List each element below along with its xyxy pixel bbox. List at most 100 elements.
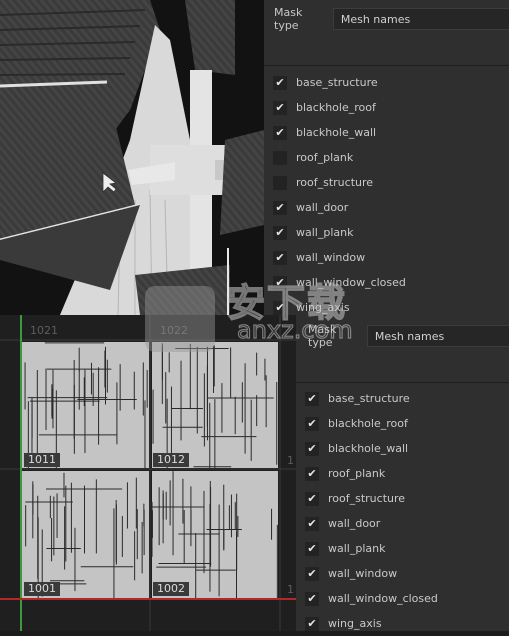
- mesh-item-wall-window-closed[interactable]: ✔ wall_window_closed: [273, 270, 406, 295]
- mesh-item-label: wall_door: [296, 201, 349, 214]
- mesh-item-label: wall_window: [296, 251, 366, 264]
- uv-tile-label-edge: 1: [287, 583, 294, 596]
- bottom-mask-panel: Mask type Mesh names ✔ base_structure ✔ bl…: [296, 315, 509, 631]
- uv-tile-label-1012: 1012: [153, 453, 189, 467]
- mesh-item-blackhole-wall[interactable]: ✔ blackhole_wall: [273, 120, 406, 145]
- uv-tile-label-1001: 1001: [24, 582, 60, 596]
- mesh-item-label: base_structure: [328, 392, 410, 405]
- check-icon: ✔: [307, 516, 317, 530]
- check-icon: ✔: [275, 275, 285, 289]
- uv-tile-label-edge: 1: [287, 454, 294, 467]
- mesh-item-label: roof_plank: [328, 467, 386, 480]
- checkbox[interactable]: ✔: [305, 491, 319, 506]
- checkbox[interactable]: ✔: [305, 616, 319, 631]
- mesh-item-roof-structure[interactable]: ✔ roof_structure: [305, 486, 438, 511]
- mesh-item-label: wall_plank: [296, 226, 354, 239]
- mesh-name-list: ✔ base_structure ✔ blackhole_roof ✔ blackho…: [305, 386, 438, 636]
- mask-type-select[interactable]: Mesh names: [366, 325, 509, 347]
- check-icon: ✔: [275, 200, 285, 214]
- mesh-item-roof-plank[interactable]: roof_plank: [273, 145, 406, 170]
- check-icon: ✔: [275, 100, 285, 114]
- checkbox[interactable]: ✔: [305, 416, 319, 431]
- check-icon: ✔: [275, 125, 285, 139]
- uv-tile-label-1021: 1021: [30, 324, 58, 337]
- checkbox[interactable]: ✔: [273, 100, 287, 115]
- checkbox[interactable]: ✔: [305, 591, 319, 606]
- mesh-item-blackhole-roof[interactable]: ✔ blackhole_roof: [273, 95, 406, 120]
- checkbox[interactable]: ✔: [273, 300, 287, 315]
- mesh-item-base-structure[interactable]: ✔ base_structure: [273, 70, 406, 95]
- checkbox[interactable]: ✔: [273, 225, 287, 240]
- mask-type-label: Mask type: [308, 323, 337, 349]
- check-icon: ✔: [307, 491, 317, 505]
- checkbox[interactable]: ✔: [273, 125, 287, 140]
- mesh-item-label: wing_axis: [296, 301, 350, 314]
- mesh-item-blackhole-roof[interactable]: ✔ blackhole_roof: [305, 411, 438, 436]
- checkbox[interactable]: ✔: [273, 200, 287, 215]
- uv-viewport[interactable]: 1021 1022 1011 1012 1001 1002 1 1: [0, 315, 296, 631]
- uv-tile-1001-islands: [22, 471, 149, 598]
- check-icon: ✔: [275, 250, 285, 264]
- mesh-item-wall-window-closed[interactable]: ✔ wall_window_closed: [305, 586, 438, 611]
- mesh-item-label: blackhole_roof: [328, 417, 408, 430]
- mask-type-row: Mask type Mesh names: [274, 6, 509, 32]
- check-icon: ✔: [307, 616, 317, 630]
- mesh-item-label: wall_door: [328, 517, 381, 530]
- check-icon: ✔: [307, 541, 317, 555]
- checkbox[interactable]: ✔: [305, 441, 319, 456]
- mask-type-select[interactable]: Mesh names: [332, 8, 509, 30]
- mesh-item-label: base_structure: [296, 76, 378, 89]
- mesh-item-label: roof_structure: [296, 176, 374, 189]
- checkbox[interactable]: ✔: [305, 566, 319, 581]
- check-icon: ✔: [307, 391, 317, 405]
- check-icon: ✔: [307, 416, 317, 430]
- check-icon: ✔: [307, 566, 317, 580]
- mesh-item-roof-structure[interactable]: roof_structure: [273, 170, 406, 195]
- mesh-item-base-structure[interactable]: ✔ base_structure: [305, 386, 438, 411]
- mesh-item-blackhole-wall[interactable]: ✔ blackhole_wall: [305, 436, 438, 461]
- mesh-item-label: wing_axis: [328, 617, 382, 630]
- uv-tile-1011-islands: [22, 342, 149, 468]
- uv-tile-label-1011: 1011: [24, 453, 60, 467]
- mesh-item-wing-axis[interactable]: ✔ wing_axis: [305, 611, 438, 636]
- uv-tile-label-1022: 1022: [160, 324, 188, 337]
- checkbox[interactable]: ✔: [273, 75, 287, 90]
- mesh-item-wall-door[interactable]: ✔ wall_door: [273, 195, 406, 220]
- mesh-item-label: blackhole_wall: [328, 442, 409, 455]
- checkbox[interactable]: ✔: [273, 275, 287, 290]
- mesh-item-label: wall_plank: [328, 542, 386, 555]
- mesh-item-wall-window[interactable]: ✔ wall_window: [273, 245, 406, 270]
- check-icon: ✔: [275, 225, 285, 239]
- mesh-item-label: blackhole_roof: [296, 101, 376, 114]
- mesh-item-label: wall_window_closed: [296, 276, 406, 289]
- divider: [264, 65, 509, 66]
- mesh-name-list: ✔ base_structure ✔ blackhole_roof ✔ blackho…: [273, 70, 406, 320]
- mesh-item-wall-door[interactable]: ✔ wall_door: [305, 511, 438, 536]
- checkbox[interactable]: ✔: [305, 541, 319, 556]
- uv-tile-label-1002: 1002: [153, 582, 189, 596]
- windmill-model-render: [0, 0, 264, 315]
- check-icon: ✔: [275, 300, 285, 314]
- checkbox[interactable]: ✔: [305, 516, 319, 531]
- top-mask-panel: Mask type Mesh names ✔ base_structure ✔ bl…: [264, 0, 509, 315]
- check-icon: ✔: [307, 441, 317, 455]
- mesh-item-roof-plank[interactable]: ✔ roof_plank: [305, 461, 438, 486]
- mesh-item-label: wall_window: [328, 567, 398, 580]
- checkbox[interactable]: [273, 175, 287, 190]
- checkbox[interactable]: ✔: [305, 466, 319, 481]
- mesh-item-label: roof_structure: [328, 492, 406, 505]
- mesh-item-label: wall_window_closed: [328, 592, 438, 605]
- check-icon: ✔: [307, 466, 317, 480]
- mesh-item-wall-plank[interactable]: ✔ wall_plank: [273, 220, 406, 245]
- checkbox[interactable]: ✔: [305, 391, 319, 406]
- mesh-item-wall-window[interactable]: ✔ wall_window: [305, 561, 438, 586]
- divider: [296, 382, 509, 383]
- checkbox[interactable]: [273, 150, 287, 165]
- check-icon: ✔: [275, 75, 285, 89]
- mask-type-label: Mask type: [274, 6, 303, 32]
- mesh-item-wall-plank[interactable]: ✔ wall_plank: [305, 536, 438, 561]
- 3d-viewport[interactable]: [0, 0, 264, 315]
- checkbox[interactable]: ✔: [273, 250, 287, 265]
- mesh-item-label: roof_plank: [296, 151, 354, 164]
- check-icon: ✔: [307, 591, 317, 605]
